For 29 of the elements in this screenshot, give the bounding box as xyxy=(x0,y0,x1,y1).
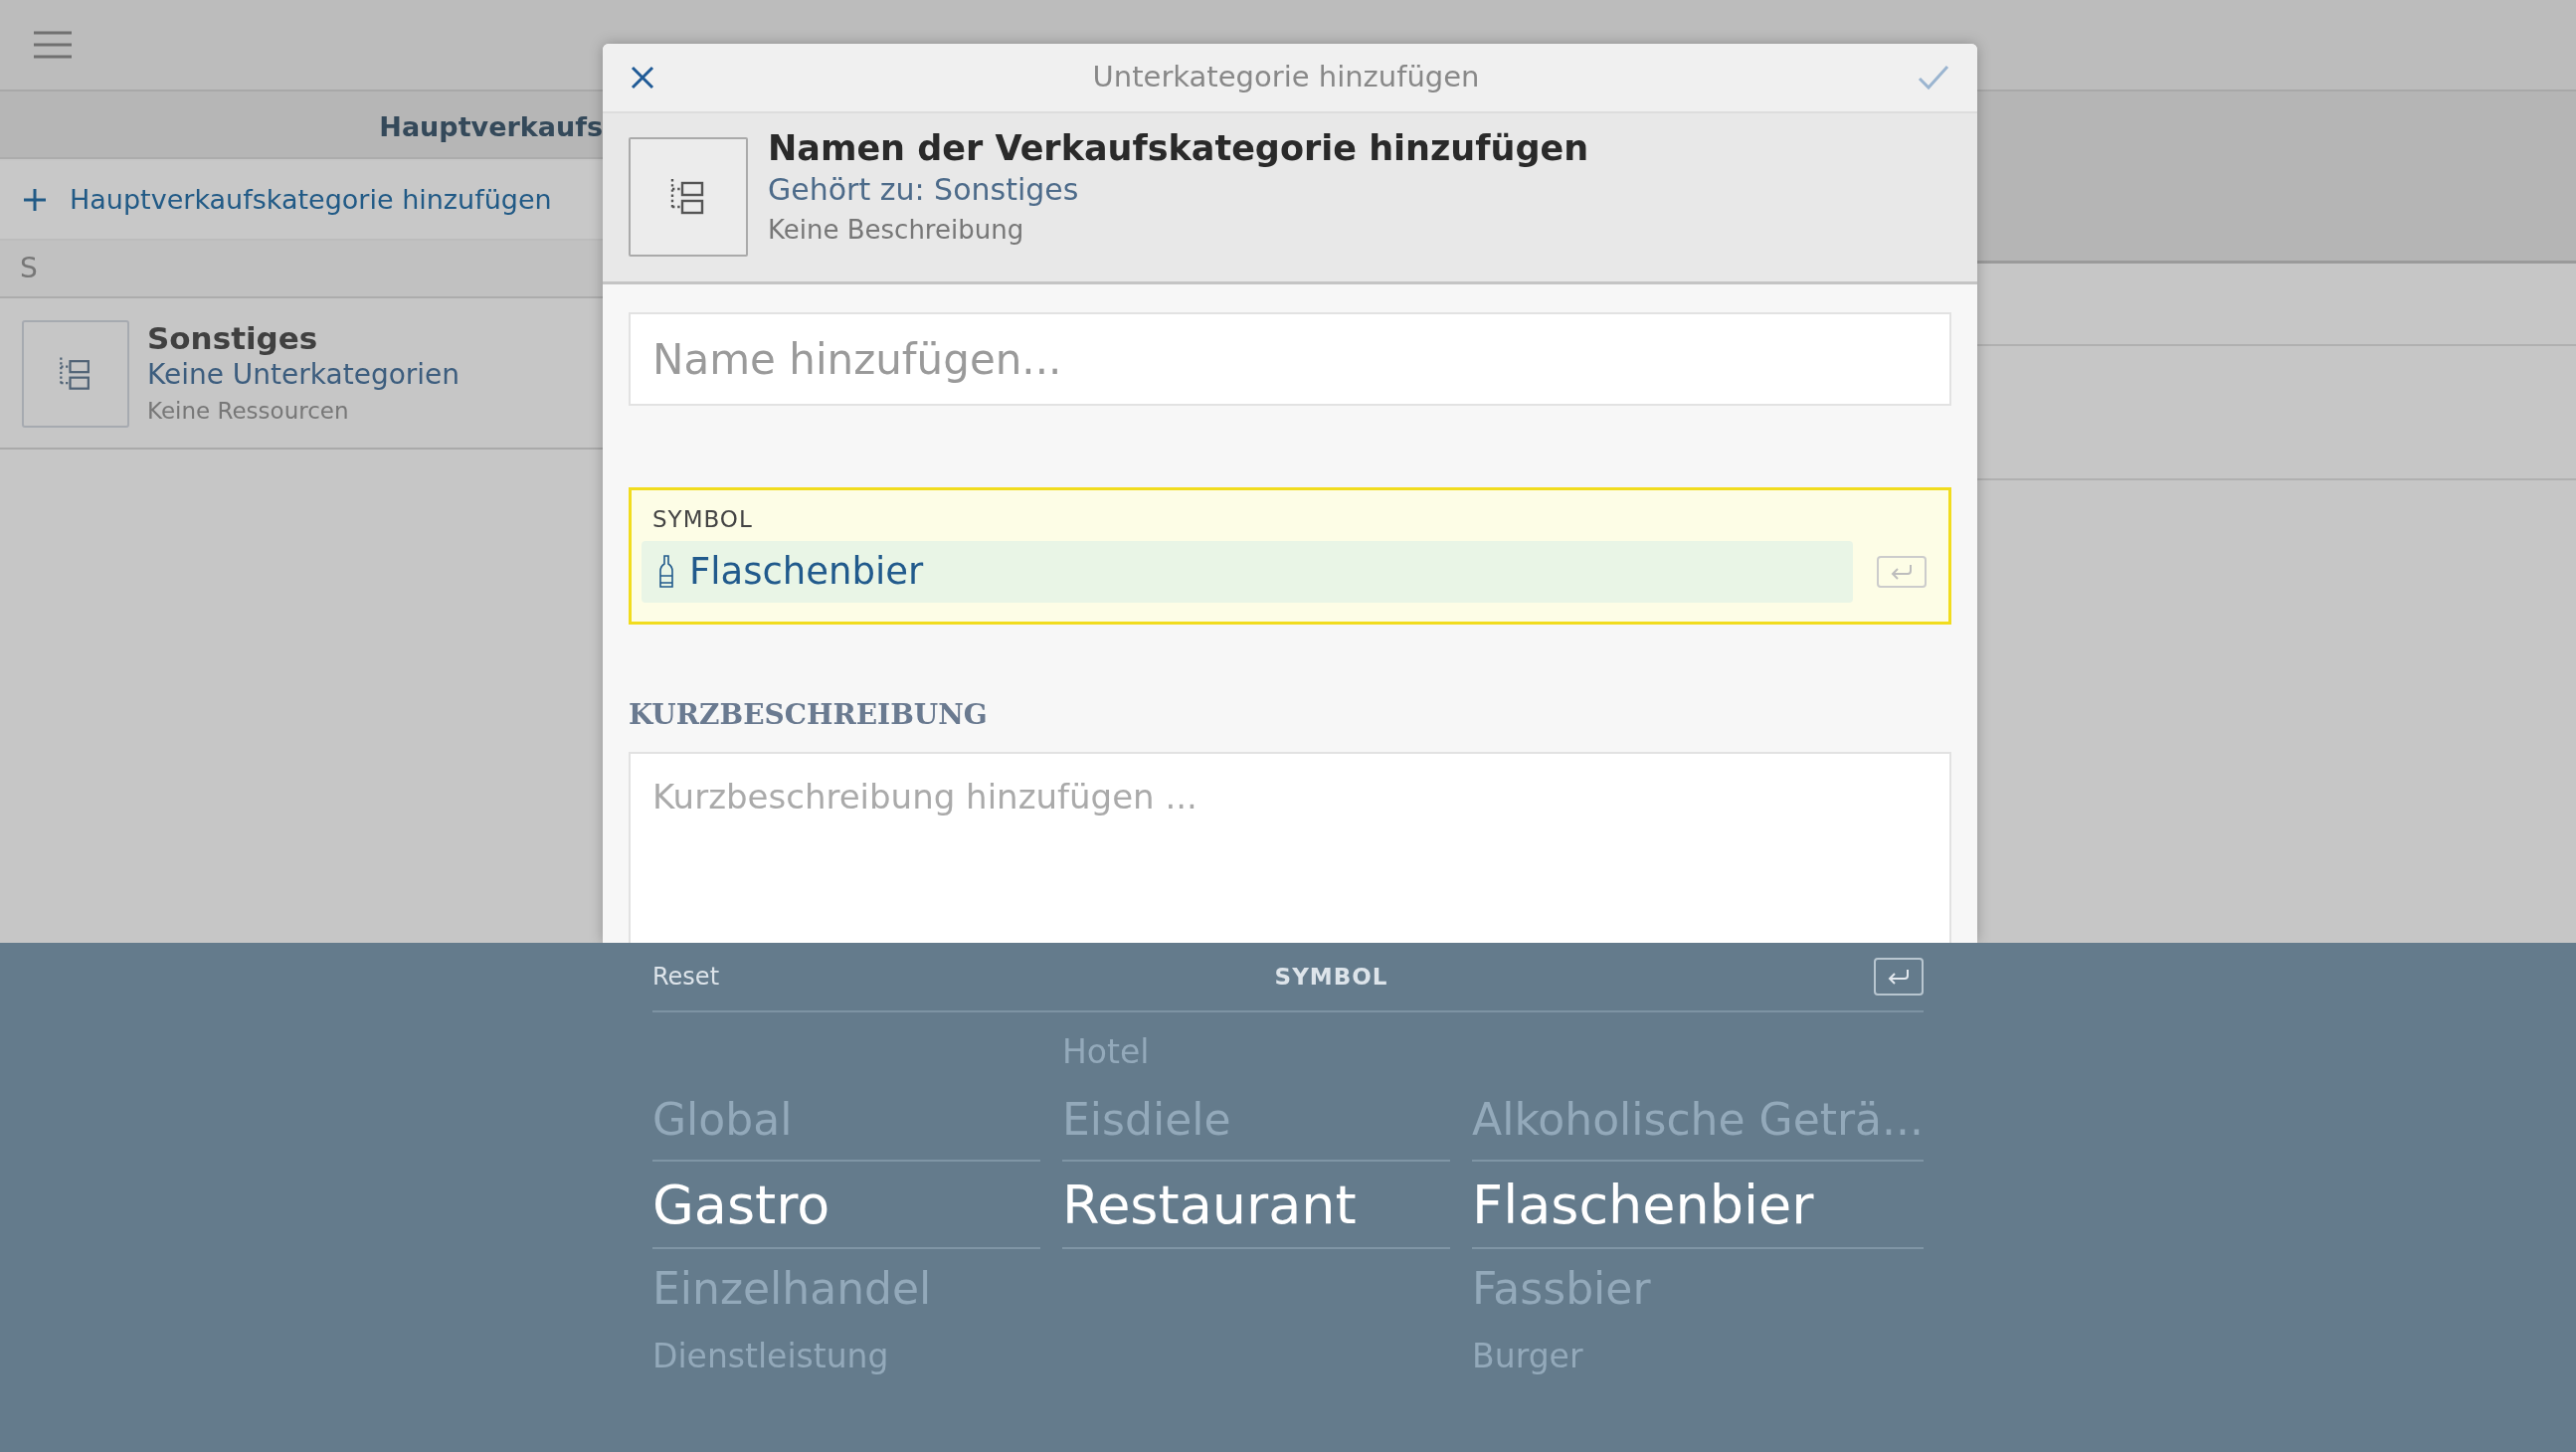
section-letter: S xyxy=(20,251,38,286)
name-field[interactable]: Name hinzufügen... xyxy=(629,312,1951,406)
category-detail: Keine Ressourcen xyxy=(147,396,350,426)
reset-button[interactable]: Reset xyxy=(652,959,720,995)
category-title: Sonstiges xyxy=(147,320,319,358)
check-icon xyxy=(1918,65,1949,91)
symbol-field[interactable]: SYMBOL Flaschenbier xyxy=(629,487,1951,625)
dialog-title: Unterkategorie hinzufügen xyxy=(1092,59,1480,96)
column-header: Hauptverkaufs xyxy=(379,110,603,144)
section-label: KURZBESCHREIBUNG xyxy=(629,697,989,733)
close-icon xyxy=(631,66,654,90)
picker-option[interactable]: Gastro xyxy=(652,1164,830,1245)
picker-title: SYMBOL xyxy=(1274,962,1388,992)
menu-icon xyxy=(34,31,72,59)
return-icon xyxy=(1886,968,1912,986)
return-button[interactable] xyxy=(1877,555,1927,588)
symbol-value: Flaschenbier xyxy=(689,548,924,595)
picker-option[interactable]: Flaschenbier xyxy=(1472,1164,1814,1245)
return-icon xyxy=(1889,562,1915,581)
return-button[interactable] xyxy=(1874,958,1924,996)
category-subtitle: Keine Unterkategorien xyxy=(147,357,460,394)
field-label: SYMBOL xyxy=(651,505,754,534)
summary-title: Namen der Verkaufskategorie hinzufügen xyxy=(768,127,1589,169)
summary-parent: Gehört zu: Sonstiges xyxy=(768,171,1080,209)
picker-option[interactable]: Restaurant xyxy=(1062,1164,1357,1245)
summary-description: Keine Beschreibung xyxy=(768,214,1025,247)
description-field[interactable]: Kurzbeschreibung hinzufügen ... xyxy=(629,752,1951,943)
plus-icon xyxy=(24,189,46,211)
bottle-icon xyxy=(659,554,673,589)
